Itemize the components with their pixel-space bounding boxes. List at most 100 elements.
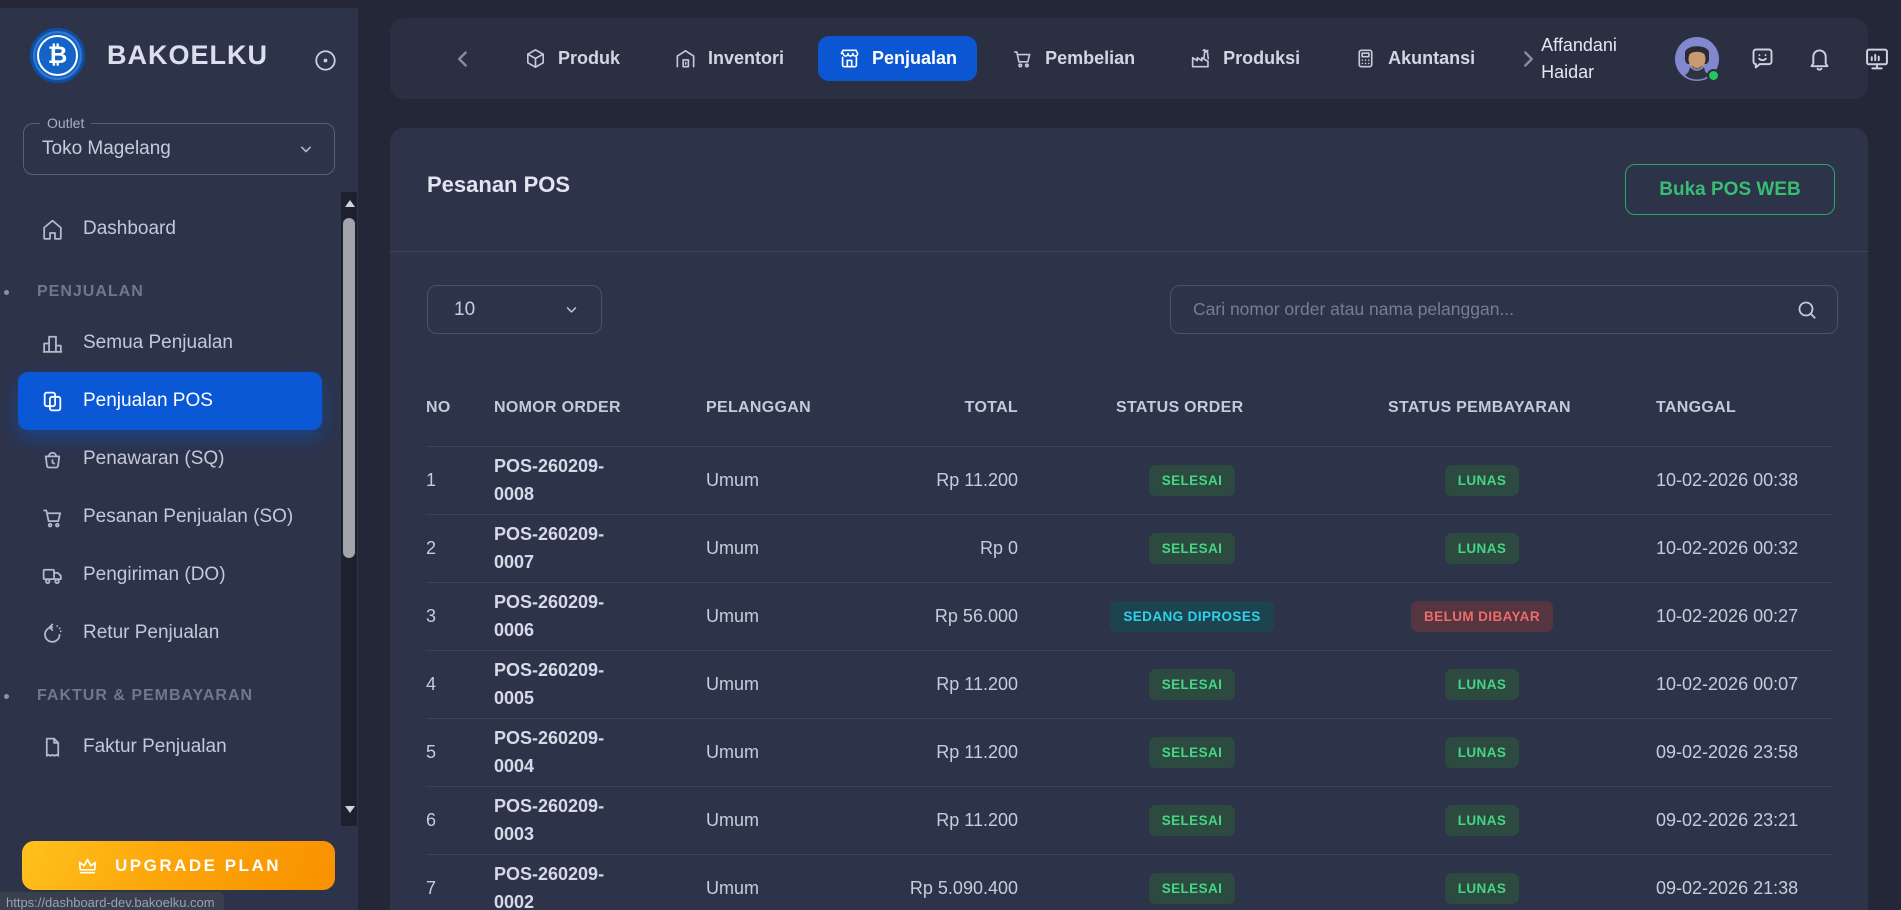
cell-status-payment: LUNAS: [1368, 669, 1636, 700]
home-icon: [40, 217, 65, 242]
page-size-select[interactable]: 10: [427, 285, 602, 334]
user-name[interactable]: Affandani Haidar: [1541, 32, 1645, 84]
cell-status-order: SELESAI: [1048, 873, 1368, 904]
col-header-pelanggan: PELANGGAN: [706, 399, 906, 417]
warehouse-icon: [674, 47, 697, 70]
sidebar-item-penawaran-sq[interactable]: Penawaran (SQ): [18, 430, 322, 488]
cell-status-order: SELESAI: [1048, 805, 1368, 836]
table-row[interactable]: 3POS-260209-0006UmumRp 56.000SEDANG DIPR…: [426, 582, 1832, 650]
cell-status-payment: LUNAS: [1368, 873, 1636, 904]
truck-icon: [40, 563, 65, 588]
sidebar-item-semua-penjualan[interactable]: Semua Penjualan: [18, 314, 322, 372]
status-url: https://dashboard-dev.bakoelku.com: [0, 892, 224, 910]
cell-total: Rp 5.090.400: [906, 878, 1048, 899]
monitor-icon[interactable]: [1863, 45, 1891, 73]
buka-pos-web-button[interactable]: Buka POS WEB: [1625, 164, 1835, 215]
tab-penjualan[interactable]: Penjualan: [818, 36, 977, 81]
cart-icon: [40, 505, 65, 530]
sidebar-item-label: Pengiriman (DO): [83, 564, 226, 586]
status-payment-badge: LUNAS: [1445, 737, 1520, 768]
status-order-badge: SEDANG DIPROSES: [1110, 601, 1273, 632]
cell-order-number: POS-260209-0008: [494, 453, 706, 509]
cell-total: Rp 11.200: [906, 674, 1048, 695]
sidebar-item-dashboard[interactable]: Dashboard: [18, 200, 322, 258]
order-number: POS-260209-0004: [494, 725, 629, 781]
table-row[interactable]: 4POS-260209-0005UmumRp 11.200SELESAILUNA…: [426, 650, 1832, 718]
status-payment-badge: LUNAS: [1445, 465, 1520, 496]
search-icon[interactable]: [1795, 298, 1819, 322]
sidebar-item-label: Semua Penjualan: [83, 332, 233, 354]
sidebar-item-faktur-penjualan[interactable]: Faktur Penjualan: [18, 718, 322, 776]
cell-order-number: POS-260209-0002: [494, 861, 706, 910]
factory-icon: [1189, 47, 1212, 70]
cell-date: 10-02-2026 00:38: [1636, 470, 1832, 491]
cell-order-number: POS-260209-0007: [494, 521, 706, 577]
section-label: PENJUALAN: [37, 283, 144, 301]
table-row[interactable]: 6POS-260209-0003UmumRp 11.200SELESAILUNA…: [426, 786, 1832, 854]
sidebar-item-pesanan-penjualan-so[interactable]: Pesanan Penjualan (SO): [18, 488, 322, 546]
chevron-left-icon[interactable]: [450, 46, 476, 72]
cell-status-payment: LUNAS: [1368, 737, 1636, 768]
chevron-right-icon[interactable]: [1515, 46, 1541, 72]
scroll-up-icon[interactable]: [345, 200, 355, 207]
sidebar-section-faktur-pembayaran: FAKTUR & PEMBAYARAN: [0, 674, 340, 718]
status-payment-badge: LUNAS: [1445, 805, 1520, 836]
chat-smile-icon[interactable]: [1749, 45, 1776, 72]
sidebar-item-retur-penjualan[interactable]: Retur Penjualan: [18, 604, 322, 662]
tab-akuntansi[interactable]: Akuntansi: [1334, 36, 1495, 81]
cell-status-payment: BELUM DIBAYAR: [1368, 601, 1636, 632]
sidebar-item-label: Penjualan POS: [83, 390, 213, 412]
crown-icon: [76, 854, 99, 877]
tab-pembelian[interactable]: Pembelian: [991, 36, 1155, 81]
cell-date: 10-02-2026 00:32: [1636, 538, 1832, 559]
sidebar-nav: Dashboard PENJUALAN Semua Penjualan Penjual…: [0, 200, 340, 776]
bitcoin-icon: ₿: [30, 28, 85, 83]
col-header-no: NO: [426, 399, 494, 417]
brand: ₿ BAKOELKU: [30, 28, 268, 83]
scroll-down-icon[interactable]: [345, 806, 355, 813]
invoice-icon: [40, 735, 65, 760]
section-label: FAKTUR & PEMBAYARAN: [37, 687, 253, 705]
online-status-dot: [1707, 69, 1720, 82]
tab-label: Pembelian: [1045, 48, 1135, 69]
status-payment-badge: LUNAS: [1445, 873, 1520, 904]
sidebar-item-label: Retur Penjualan: [83, 622, 219, 644]
bell-icon[interactable]: [1806, 45, 1833, 72]
order-number: POS-260209-0002: [494, 861, 629, 910]
sidebar-section-penjualan: PENJUALAN: [0, 270, 340, 314]
col-header-tanggal: TANGGAL: [1636, 399, 1832, 417]
tab-label: Akuntansi: [1388, 48, 1475, 69]
circle-dot-icon[interactable]: [312, 47, 339, 74]
tab-produksi[interactable]: Produksi: [1169, 36, 1320, 81]
status-payment-badge: LUNAS: [1445, 533, 1520, 564]
avatar[interactable]: [1675, 37, 1719, 81]
table-row[interactable]: 1POS-260209-0008UmumRp 11.200SELESAILUNA…: [426, 446, 1832, 514]
pos-icon: [40, 389, 65, 414]
cell-total: Rp 11.200: [906, 810, 1048, 831]
cell-customer: Umum: [706, 810, 906, 831]
brand-name: BAKOELKU: [107, 40, 268, 71]
cell-order-number: POS-260209-0004: [494, 725, 706, 781]
calculator-icon: [1354, 47, 1377, 70]
cube-icon: [524, 47, 547, 70]
search-input[interactable]: [1193, 299, 1795, 320]
table-row[interactable]: 7POS-260209-0002UmumRp 5.090.400SELESAIL…: [426, 854, 1832, 910]
cell-order-number: POS-260209-0005: [494, 657, 706, 713]
table-row[interactable]: 5POS-260209-0004UmumRp 11.200SELESAILUNA…: [426, 718, 1832, 786]
cell-no: 6: [426, 810, 494, 831]
cell-customer: Umum: [706, 878, 906, 899]
sidebar-item-penjualan-pos[interactable]: Penjualan POS: [18, 372, 322, 430]
table-header: NO NOMOR ORDER PELANGGAN TOTAL STATUS OR…: [426, 380, 1832, 436]
tab-produk[interactable]: Produk: [504, 36, 640, 81]
table-row[interactable]: 2POS-260209-0007UmumRp 0SELESAILUNAS10-0…: [426, 514, 1832, 582]
sidebar-scrollbar-thumb[interactable]: [343, 218, 355, 558]
cell-status-order: SEDANG DIPROSES: [1048, 601, 1368, 632]
upgrade-plan-button[interactable]: UPGRADE PLAN: [22, 841, 335, 890]
tab-inventori[interactable]: Inventori: [654, 36, 804, 81]
sidebar-item-pengiriman-do[interactable]: Pengiriman (DO): [18, 546, 322, 604]
outlet-select[interactable]: Outlet Toko Magelang: [23, 123, 335, 175]
tab-label: Penjualan: [872, 48, 957, 69]
cell-no: 1: [426, 470, 494, 491]
cell-date: 09-02-2026 23:58: [1636, 742, 1832, 763]
cell-total: Rp 11.200: [906, 470, 1048, 491]
